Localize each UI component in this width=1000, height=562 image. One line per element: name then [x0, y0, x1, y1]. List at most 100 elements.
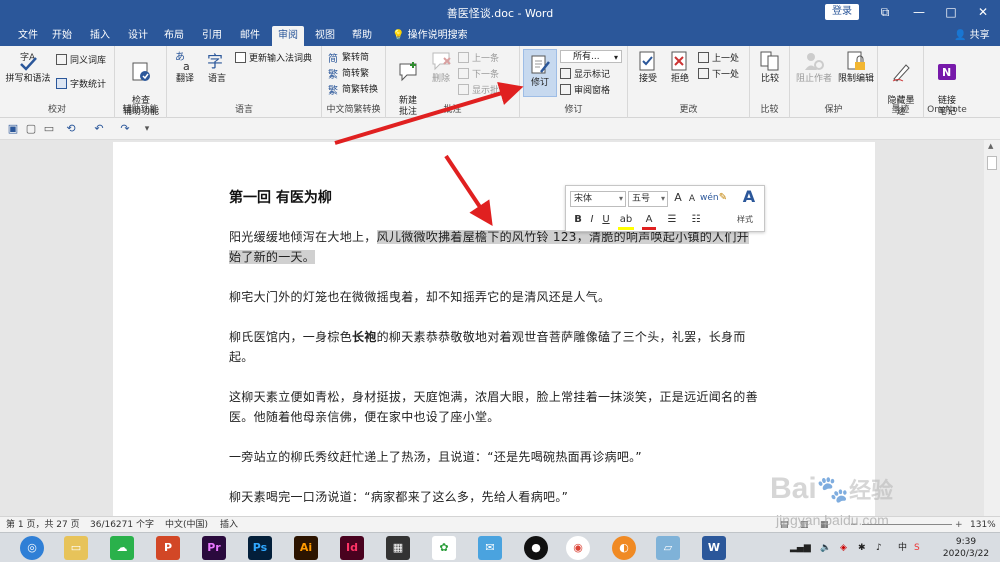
- styles-label[interactable]: 样式: [737, 214, 753, 225]
- sogou-icon[interactable]: S: [914, 542, 920, 554]
- video-player-icon[interactable]: ▦: [386, 536, 410, 560]
- chinese-convert-button[interactable]: 繁简繁转换: [328, 84, 378, 97]
- speaker-icon[interactable]: ♪: [876, 542, 882, 554]
- chevron-down-icon: ▾: [618, 194, 623, 203]
- qq-icon[interactable]: ●: [524, 536, 548, 560]
- new-document-icon[interactable]: ▢: [24, 122, 38, 136]
- tab-insert[interactable]: 插入: [84, 26, 116, 46]
- tab-home[interactable]: 开始: [46, 26, 78, 46]
- to-traditional-button[interactable]: 繁简转繁: [328, 68, 369, 81]
- styles-icon[interactable]: A: [738, 189, 760, 205]
- tab-file[interactable]: 文件: [12, 26, 44, 46]
- previous-change-button[interactable]: 上一处: [698, 52, 739, 65]
- save-icon[interactable]: ▣: [6, 122, 20, 136]
- reviewing-pane-button[interactable]: 审阅窗格: [560, 84, 610, 97]
- paragraph-4: 这柳天素立便如青松，身材挺拔，天庭饱满，浓眉大眼，脸上常挂着一抹淡笑，正是远近闻…: [229, 390, 758, 424]
- phonetic-guide-icon[interactable]: wén: [700, 191, 719, 205]
- undo-icon[interactable]: ↶: [92, 122, 106, 136]
- browser-icon[interactable]: ◐: [612, 536, 636, 560]
- italic-button[interactable]: I: [586, 213, 598, 227]
- font-name-select[interactable]: 宋体 ▾: [570, 191, 626, 207]
- volume-icon[interactable]: 🔈: [820, 542, 831, 554]
- clock[interactable]: 9:39 2020/3/22: [940, 536, 992, 560]
- scroll-up-icon[interactable]: ▲: [988, 142, 993, 150]
- underline-button[interactable]: U: [600, 213, 612, 227]
- language-button[interactable]: 字 语言: [203, 50, 231, 85]
- tell-me-search[interactable]: 💡 操作说明搜索: [386, 26, 474, 46]
- restrict-editing-button[interactable]: 限制编辑: [836, 50, 876, 85]
- reject-button[interactable]: 拒绝: [666, 50, 694, 85]
- shrink-font-button[interactable]: A: [686, 192, 698, 206]
- insert-mode[interactable]: 插入: [220, 519, 238, 531]
- wechat-icon[interactable]: ☁: [110, 536, 134, 560]
- tab-help[interactable]: 帮助: [346, 26, 378, 46]
- customize-qat-icon[interactable]: ▾: [140, 122, 154, 136]
- delete-comment-button[interactable]: 删除: [428, 50, 454, 85]
- minimize-button[interactable]: —: [902, 0, 936, 24]
- zoom-level[interactable]: 131%: [970, 519, 996, 531]
- accept-button[interactable]: 接受: [634, 50, 662, 85]
- notes-app-icon[interactable]: ▱: [656, 536, 680, 560]
- graphics-app-icon[interactable]: ✿: [432, 536, 456, 560]
- antivirus-icon[interactable]: ◈: [840, 542, 847, 554]
- compare-label: 比较: [760, 74, 779, 84]
- language-status[interactable]: 中文(中国): [165, 519, 208, 531]
- spelling-grammar-button[interactable]: 字A 拼写和语法: [4, 50, 52, 85]
- premiere-icon[interactable]: Pr: [202, 536, 226, 560]
- show-comments-button[interactable]: 显示批注: [458, 84, 508, 97]
- print-preview-icon[interactable]: ⟲: [64, 122, 78, 136]
- numbering-icon[interactable]: ☷: [688, 213, 704, 227]
- login-button[interactable]: 登录: [825, 4, 859, 20]
- share-button[interactable]: 👤 共享: [954, 27, 990, 45]
- tab-mailings[interactable]: 邮件: [234, 26, 266, 46]
- start-button-icon[interactable]: ◎: [20, 536, 44, 560]
- word-count[interactable]: 36/16271 个字: [90, 519, 154, 531]
- font-color-icon[interactable]: A: [642, 213, 656, 230]
- bullets-icon[interactable]: ☰: [664, 213, 680, 227]
- to-simplified-button[interactable]: 简繁转简: [328, 52, 369, 65]
- next-change-button[interactable]: 下一处: [698, 68, 739, 81]
- markup-select[interactable]: 所有... ▾: [560, 50, 622, 63]
- vertical-scrollbar[interactable]: ▲: [984, 140, 1000, 516]
- format-painter-icon[interactable]: ✎: [716, 191, 730, 205]
- compare-button[interactable]: 比较: [756, 50, 784, 85]
- bluetooth-icon[interactable]: ✱: [858, 542, 866, 554]
- grow-font-button[interactable]: A: [672, 191, 684, 205]
- page-count[interactable]: 第 1 页，共 27 页: [6, 519, 80, 531]
- chat-app-icon[interactable]: ✉: [478, 536, 502, 560]
- photoshop-icon[interactable]: Ps: [248, 536, 272, 560]
- tab-references[interactable]: 引用: [196, 26, 228, 46]
- maximize-button[interactable]: □: [934, 0, 968, 24]
- ribbon-display-options-button[interactable]: ⧉: [868, 0, 902, 24]
- indesign-icon[interactable]: Id: [340, 536, 364, 560]
- scrollbar-thumb[interactable]: [987, 156, 997, 170]
- word-taskbar-icon[interactable]: W: [702, 536, 726, 560]
- powerpoint-icon[interactable]: P: [156, 536, 180, 560]
- tab-view[interactable]: 视图: [309, 26, 341, 46]
- tab-review[interactable]: 审阅: [272, 26, 304, 46]
- input-method-indicator[interactable]: 中: [898, 542, 907, 554]
- next-comment-button[interactable]: 下一条: [458, 68, 499, 81]
- highlight-color-icon[interactable]: ab: [618, 213, 634, 230]
- previous-comment-button[interactable]: 上一条: [458, 52, 499, 65]
- illustrator-icon[interactable]: Ai: [294, 536, 318, 560]
- file-explorer-icon[interactable]: ▭: [64, 536, 88, 560]
- redo-icon[interactable]: ↷: [118, 122, 132, 136]
- tab-layout[interactable]: 布局: [158, 26, 190, 46]
- show-markup-button[interactable]: 显示标记: [560, 68, 610, 81]
- font-size-select[interactable]: 五号 ▾: [628, 191, 668, 207]
- paragraph-5: 一旁站立的柳氏秀纹赶忙递上了热汤，且说道：“还是先喝碗热面再诊病吧。”: [229, 450, 642, 464]
- thesaurus-button[interactable]: 同义词库: [56, 54, 106, 67]
- word-count-button[interactable]: 字数统计: [56, 78, 106, 91]
- track-changes-button[interactable]: 修订: [524, 54, 556, 89]
- update-ime-dictionary-button[interactable]: 更新输入法词典: [235, 52, 312, 65]
- translate-button[interactable]: あa 翻译: [171, 50, 199, 85]
- open-folder-icon[interactable]: ▭: [42, 122, 56, 136]
- bold-button[interactable]: B: [572, 213, 584, 227]
- book-icon: [56, 54, 67, 65]
- block-authors-button[interactable]: 阻止作者: [794, 50, 834, 85]
- network-icon[interactable]: ▂▄▆: [790, 542, 811, 554]
- tab-design[interactable]: 设计: [122, 26, 154, 46]
- close-button[interactable]: ✕: [966, 0, 1000, 24]
- chrome-icon[interactable]: ◉: [566, 536, 590, 560]
